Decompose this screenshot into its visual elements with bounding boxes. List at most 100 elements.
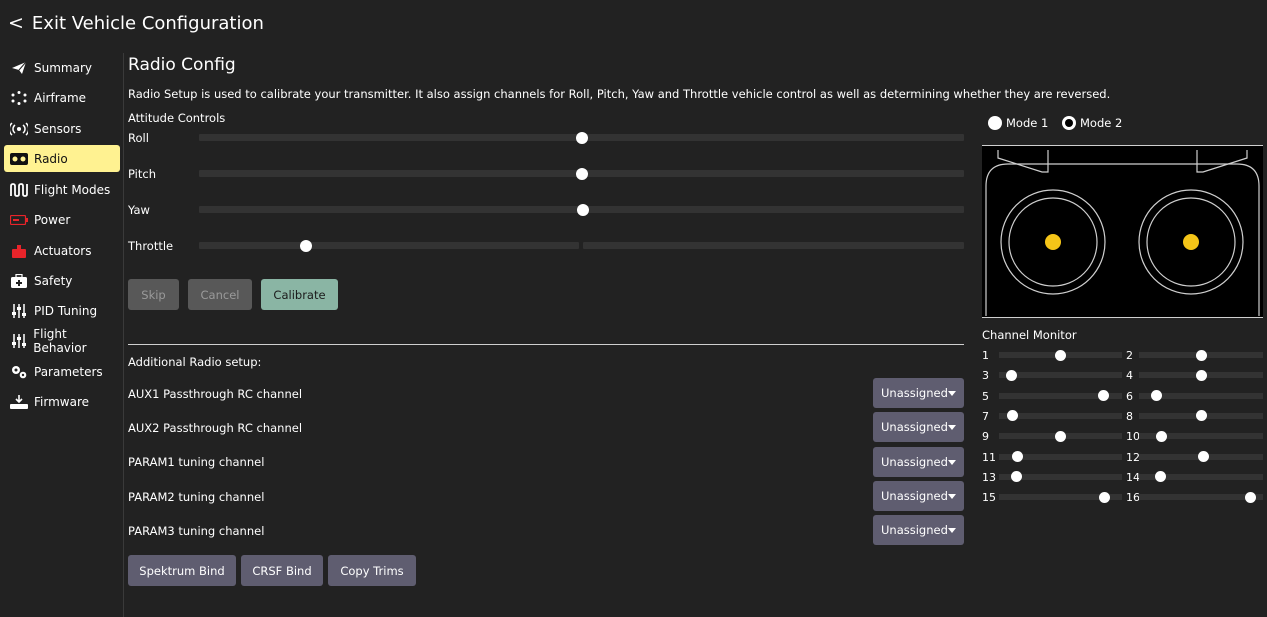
- channel-5-label: 5: [982, 389, 989, 403]
- channel-monitor-title: Channel Monitor: [982, 328, 1077, 342]
- sidebar-item-label: Flight Modes: [34, 182, 111, 197]
- sidebar-item-parameters[interactable]: Parameters: [4, 358, 120, 385]
- attitude-controls-label: Attitude Controls: [128, 111, 226, 125]
- throttle-slider-left: [199, 242, 579, 249]
- mode-1-radio[interactable]: Mode 1: [988, 116, 1048, 130]
- param1-tuning-label: PARAM1 tuning channel: [128, 455, 265, 469]
- channel-15-label: 15: [982, 491, 996, 505]
- skip-button[interactable]: Skip: [128, 279, 179, 310]
- channel-11-indicator: [1011, 451, 1023, 462]
- calibrate-button[interactable]: Calibrate: [261, 279, 338, 310]
- header[interactable]: < Exit Vehicle Configuration: [0, 0, 1267, 46]
- channel-12-indicator: [1197, 451, 1209, 462]
- sidebar-item-label: Airframe: [34, 90, 87, 105]
- channel-14-indicator: [1154, 471, 1166, 483]
- aux1-passthrough-select[interactable]: Unassigned: [873, 378, 964, 408]
- channel-2-label: 2: [1126, 349, 1133, 362]
- crsf-bind-button[interactable]: CRSF Bind: [241, 555, 323, 586]
- select-value: Unassigned: [881, 489, 948, 503]
- channel-6-indicator: [1150, 390, 1162, 402]
- param2-tuning-select[interactable]: Unassigned: [873, 481, 964, 511]
- channel-12-label: 12: [1126, 450, 1140, 464]
- sidebar-item-flight-modes[interactable]: Flight Modes: [4, 176, 120, 203]
- sidebar-item-summary[interactable]: Summary: [4, 54, 120, 81]
- roll-indicator: [575, 132, 588, 144]
- pitch-indicator: [575, 168, 588, 180]
- caret-down-icon: [948, 425, 956, 430]
- caret-down-icon: [948, 494, 956, 499]
- aux1-passthrough-label: AUX1 Passthrough RC channel: [128, 387, 303, 401]
- pitch-label: Pitch: [128, 167, 156, 181]
- throttle-slider-right: [583, 242, 964, 249]
- channel-4-indicator: [1195, 369, 1207, 381]
- channel-14-label: 14: [1126, 470, 1140, 484]
- channel-6-label: 6: [1126, 389, 1133, 403]
- airframe-icon: [10, 90, 28, 105]
- copy-trims-button[interactable]: Copy Trims: [328, 555, 416, 586]
- aux2-passthrough-select[interactable]: Unassigned: [873, 412, 964, 442]
- mode-2-label: Mode 2: [1080, 116, 1123, 130]
- sliders-icon: [10, 333, 27, 348]
- aux2-passthrough-label: AUX2 Passthrough RC channel: [128, 421, 303, 435]
- radio-unchecked-icon: [988, 116, 1002, 130]
- channel-7-indicator: [1007, 410, 1019, 422]
- back-chevron-icon[interactable]: <: [8, 12, 24, 34]
- sidebar-item-label: Radio: [34, 151, 68, 166]
- sidebar-item-airframe[interactable]: Airframe: [4, 84, 120, 111]
- channel-15-indicator: [1099, 491, 1111, 503]
- param3-tuning-label: PARAM3 tuning channel: [128, 524, 265, 538]
- channel-3-bar: [999, 372, 1122, 379]
- channel-16-indicator: [1245, 491, 1257, 503]
- sidebar-item-label: PID Tuning: [34, 303, 98, 318]
- sidebar-item-label: Safety: [34, 273, 73, 288]
- paper-plane-icon: [10, 61, 28, 75]
- sidebar-item-power[interactable]: Power: [4, 206, 120, 233]
- channel-11-label: 11: [982, 450, 996, 464]
- channel-3-indicator: [1005, 369, 1017, 381]
- sidebar-item-sensors[interactable]: Sensors: [4, 115, 120, 142]
- channel-1-indicator: [1055, 349, 1066, 361]
- yaw-indicator: [577, 204, 590, 216]
- sliders-icon: [10, 303, 28, 318]
- sidebar-item-safety[interactable]: Safety: [4, 267, 120, 294]
- param3-tuning-select[interactable]: Unassigned: [873, 515, 964, 545]
- channel-9-label: 9: [982, 430, 989, 444]
- sidebar-item-label: Firmware: [34, 394, 89, 409]
- mode-2-radio[interactable]: Mode 2: [1062, 116, 1122, 130]
- channel-2-indicator: [1195, 349, 1207, 361]
- cancel-button[interactable]: Cancel: [188, 279, 252, 310]
- sidebar-item-label: Summary: [34, 60, 92, 75]
- caret-down-icon: [948, 460, 956, 465]
- channel-8-label: 8: [1126, 409, 1133, 423]
- channel-9-indicator: [1055, 430, 1066, 442]
- sidebar: Summary Airframe Sensors Radio Flight Mo…: [0, 53, 124, 617]
- sidebar-item-actuators[interactable]: Actuators: [4, 237, 120, 264]
- yaw-label: Yaw: [128, 203, 150, 217]
- sidebar-item-firmware[interactable]: Firmware: [4, 388, 120, 415]
- channel-3-label: 3: [982, 369, 989, 383]
- right-stick-dot: [1183, 234, 1199, 250]
- gears-icon: [10, 365, 28, 379]
- page-title: Radio Config: [128, 55, 236, 75]
- select-value: Unassigned: [881, 455, 948, 469]
- actuators-icon: [10, 244, 28, 258]
- channel-16-label: 16: [1126, 491, 1140, 505]
- sidebar-item-label: Parameters: [34, 364, 103, 379]
- sidebar-item-label: Flight Behavior: [33, 326, 87, 355]
- sidebar-item-radio[interactable]: Radio: [4, 145, 120, 172]
- channel-10-indicator: [1155, 430, 1167, 442]
- sidebar-item-label: Sensors: [34, 121, 82, 136]
- throttle-indicator: [300, 240, 313, 252]
- caret-down-icon: [948, 391, 956, 396]
- sidebar-item-label: Power: [34, 212, 71, 227]
- mode-1-label: Mode 1: [1006, 116, 1049, 130]
- sidebar-item-flight-behavior[interactable]: Flight Behavior: [4, 326, 120, 355]
- additional-radio-setup-label: Additional Radio setup:: [128, 355, 262, 369]
- select-value: Unassigned: [881, 386, 948, 400]
- radio-icon: [10, 152, 28, 166]
- channel-13-label: 13: [982, 470, 996, 484]
- exit-vehicle-configuration-link[interactable]: Exit Vehicle Configuration: [32, 13, 264, 34]
- param1-tuning-select[interactable]: Unassigned: [873, 447, 964, 477]
- sidebar-item-pid-tuning[interactable]: PID Tuning: [4, 297, 120, 324]
- spektrum-bind-button[interactable]: Spektrum Bind: [128, 555, 236, 586]
